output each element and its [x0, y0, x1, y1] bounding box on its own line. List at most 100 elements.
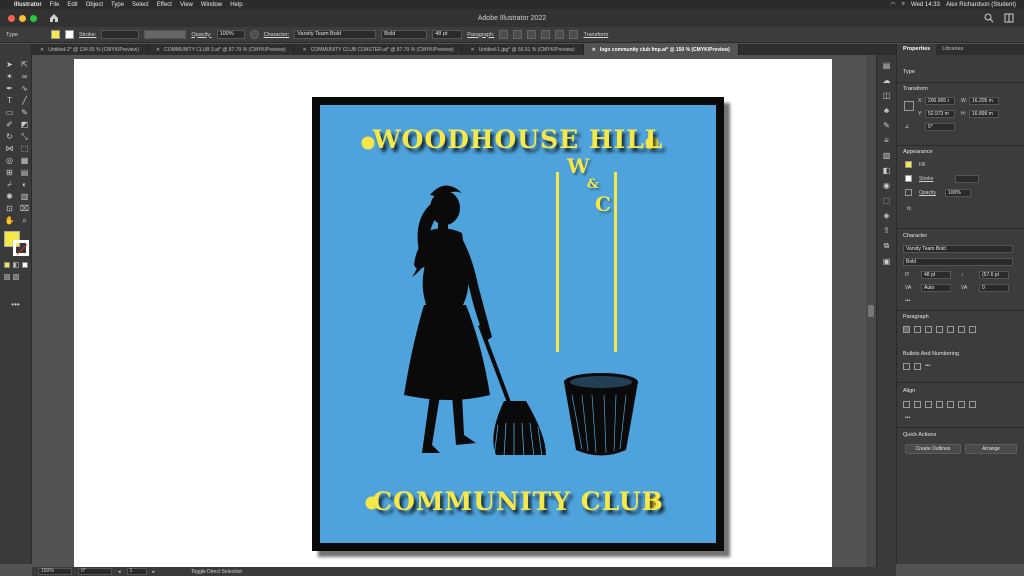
- x-position-field[interactable]: 200.965 r: [925, 97, 955, 105]
- column-graph-tool-icon[interactable]: ▥: [18, 191, 31, 202]
- arrange-button[interactable]: Arrange: [965, 444, 1017, 454]
- layers-icon[interactable]: ▤: [883, 61, 891, 70]
- canvas-area[interactable]: WOODHOUSE HILL COMMUNITY CLUB W & C: [32, 55, 896, 567]
- grid-icon[interactable]: [541, 30, 551, 39]
- horizontal-align-center-icon[interactable]: [925, 401, 932, 408]
- panel-font-size-field[interactable]: 48 pt: [921, 271, 951, 279]
- fx-button[interactable]: fx.: [907, 206, 912, 212]
- libraries-icon[interactable]: ☁: [883, 76, 891, 85]
- zoom-window-button[interactable]: [30, 14, 37, 22]
- pen-tool-icon[interactable]: ✒: [3, 83, 16, 94]
- curvature-tool-icon[interactable]: ∿: [18, 83, 31, 94]
- horizontal-align-right-icon[interactable]: [936, 401, 943, 408]
- control-transform-label[interactable]: Transform: [583, 32, 608, 38]
- distribute-icon[interactable]: [569, 30, 579, 39]
- stroke-weight-field[interactable]: [101, 30, 140, 39]
- stroke-weight-field[interactable]: [955, 175, 979, 183]
- gradient-icon[interactable]: [13, 262, 19, 268]
- font-size-field[interactable]: 48 pt: [432, 30, 463, 39]
- align-right-icon[interactable]: [527, 30, 537, 39]
- align-to-icon[interactable]: [903, 401, 910, 408]
- color-icon[interactable]: [4, 262, 10, 268]
- export-icon[interactable]: ⇪: [883, 226, 890, 235]
- tab-properties[interactable]: Properties: [897, 44, 937, 55]
- graphic-styles-icon[interactable]: ⬚: [883, 196, 891, 205]
- opacity-label[interactable]: Opacity: [919, 190, 936, 196]
- bullet-list-icon[interactable]: [903, 363, 910, 370]
- tab-logo-community-club[interactable]: ✕ logo community club fmp.ai* @ 150 % (CM…: [583, 44, 739, 55]
- variable-width-profile[interactable]: [144, 30, 187, 39]
- logo-wc-c[interactable]: C: [595, 192, 611, 216]
- vertical-line-left[interactable]: [556, 172, 559, 352]
- menu-window[interactable]: Window: [201, 2, 222, 8]
- gradient-panel-icon[interactable]: ▧: [883, 151, 891, 160]
- symbols-icon[interactable]: ♣: [884, 106, 889, 115]
- panel-font-family-field[interactable]: Varsity Team Bold: [903, 245, 1013, 253]
- brushes-icon[interactable]: ✎: [883, 121, 890, 130]
- wifi-icon[interactable]: ◠: [890, 1, 895, 8]
- stroke-label[interactable]: Stroke: [919, 176, 933, 182]
- appearance-panel-icon[interactable]: ◉: [883, 181, 890, 190]
- kerning-field[interactable]: Auto: [921, 284, 951, 292]
- gradient-tool-icon[interactable]: ▤: [18, 167, 31, 178]
- width-tool-icon[interactable]: ⋈: [3, 143, 16, 154]
- perspective-grid-tool-icon[interactable]: ▦: [18, 155, 31, 166]
- opacity-field[interactable]: 100%: [216, 30, 245, 39]
- font-style-field[interactable]: Bold: [381, 30, 428, 39]
- align-center-icon[interactable]: [513, 30, 523, 39]
- symbol-sprayer-tool-icon[interactable]: ✺: [3, 191, 16, 202]
- vertical-align-top-icon[interactable]: [947, 401, 954, 408]
- vertical-line-right[interactable]: [614, 172, 617, 352]
- screen-mode-icon[interactable]: [13, 274, 19, 280]
- logo-top-text[interactable]: WOODHOUSE HILL: [320, 125, 716, 154]
- close-icon[interactable]: ✕: [592, 47, 596, 53]
- leading-field[interactable]: (57.6 pt: [979, 271, 1009, 279]
- align-left-icon[interactable]: [499, 30, 509, 39]
- shaper-tool-icon[interactable]: ✐: [3, 119, 16, 130]
- menu-file[interactable]: File: [50, 2, 60, 8]
- artboard-tool-icon[interactable]: ⊡: [3, 203, 16, 214]
- justify-right-icon[interactable]: [958, 326, 965, 333]
- opacity-field[interactable]: 100%: [945, 189, 971, 197]
- eyedropper-tool-icon[interactable]: ⌿: [3, 179, 16, 190]
- zoom-field[interactable]: 150%: [38, 568, 72, 575]
- none-icon[interactable]: [22, 262, 28, 268]
- menubar-clock[interactable]: Wed 14:33: [911, 2, 940, 8]
- arrange-documents-icon[interactable]: [1004, 13, 1014, 23]
- width-field[interactable]: 16.205 m: [969, 97, 999, 105]
- fill-swatch[interactable]: [50, 30, 60, 39]
- vertical-scrollbar[interactable]: [866, 55, 876, 567]
- menu-effect[interactable]: Effect: [157, 2, 172, 8]
- next-artboard-icon[interactable]: ▸: [153, 569, 156, 575]
- align-left-icon[interactable]: [903, 326, 910, 333]
- close-icon[interactable]: ✕: [470, 47, 474, 53]
- lasso-tool-icon[interactable]: ∞: [18, 71, 31, 82]
- close-icon[interactable]: ✕: [302, 47, 306, 53]
- control-paragraph-label[interactable]: Paragraph:: [467, 32, 494, 38]
- magic-wand-tool-icon[interactable]: ✶: [3, 71, 16, 82]
- minimize-window-button[interactable]: [19, 14, 26, 22]
- logo-artwork[interactable]: [320, 105, 716, 543]
- appearance-fill-swatch[interactable]: [905, 161, 912, 168]
- horizontal-align-left-icon[interactable]: [914, 401, 921, 408]
- tracking-field[interactable]: 0: [979, 284, 1009, 292]
- height-field[interactable]: 16.899 m: [969, 110, 999, 118]
- control-stroke-label[interactable]: Stroke:: [79, 32, 96, 38]
- justify-center-icon[interactable]: [947, 326, 954, 333]
- control-opacity-label[interactable]: Opacity:: [191, 32, 211, 38]
- home-icon[interactable]: [49, 13, 59, 23]
- stroke-panel-icon[interactable]: ≡: [884, 136, 889, 145]
- justify-left-icon[interactable]: [936, 326, 943, 333]
- rotate-tool-icon[interactable]: ↻: [3, 131, 16, 142]
- rotation-view-field[interactable]: 0°: [78, 568, 112, 575]
- eraser-tool-icon[interactable]: ◩: [18, 119, 31, 130]
- tab-untitled-2[interactable]: ✕ Untitled-2* @ 134.55 % (CMYK/Preview): [32, 44, 148, 55]
- more-tools-icon[interactable]: •••: [9, 299, 22, 310]
- tab-untitled-1[interactable]: ✕ Untitled-1.jpg* @ 66.51 % (CMYK/Preview…: [462, 44, 584, 55]
- scrollbar-thumb[interactable]: [868, 305, 874, 317]
- more-options-icon[interactable]: •••: [925, 363, 930, 370]
- mesh-tool-icon[interactable]: ⊞: [3, 167, 16, 178]
- menubar-user[interactable]: Alex Richardson (Student): [946, 2, 1016, 8]
- close-window-button[interactable]: [8, 14, 15, 22]
- free-transform-tool-icon[interactable]: ⬚: [18, 143, 31, 154]
